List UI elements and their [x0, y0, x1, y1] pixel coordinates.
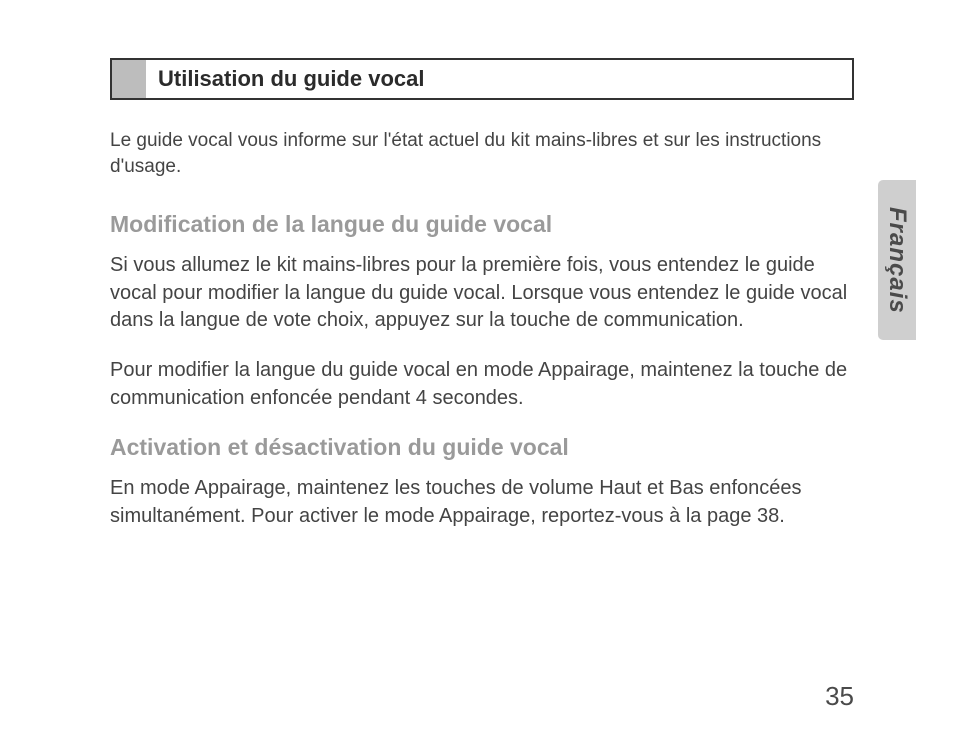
intro-paragraph: Le guide vocal vous informe sur l'état a… [110, 128, 854, 179]
section-title-marker [112, 60, 146, 98]
subheading-activation: Activation et désactivation du guide voc… [110, 434, 854, 461]
section-title: Utilisation du guide vocal [146, 60, 852, 98]
body-paragraph: Si vous allumez le kit mains-libres pour… [110, 252, 854, 335]
subheading-language: Modification de la langue du guide vocal [110, 211, 854, 238]
page-number: 35 [825, 681, 854, 712]
body-paragraph: En mode Appairage, maintenez les touches… [110, 475, 854, 530]
section-title-bar: Utilisation du guide vocal [110, 58, 854, 100]
manual-page: Utilisation du guide vocal Le guide voca… [0, 0, 954, 742]
body-paragraph: Pour modifier la langue du guide vocal e… [110, 357, 854, 412]
side-tab-label: Français [883, 207, 911, 314]
language-side-tab: Français [878, 180, 916, 340]
